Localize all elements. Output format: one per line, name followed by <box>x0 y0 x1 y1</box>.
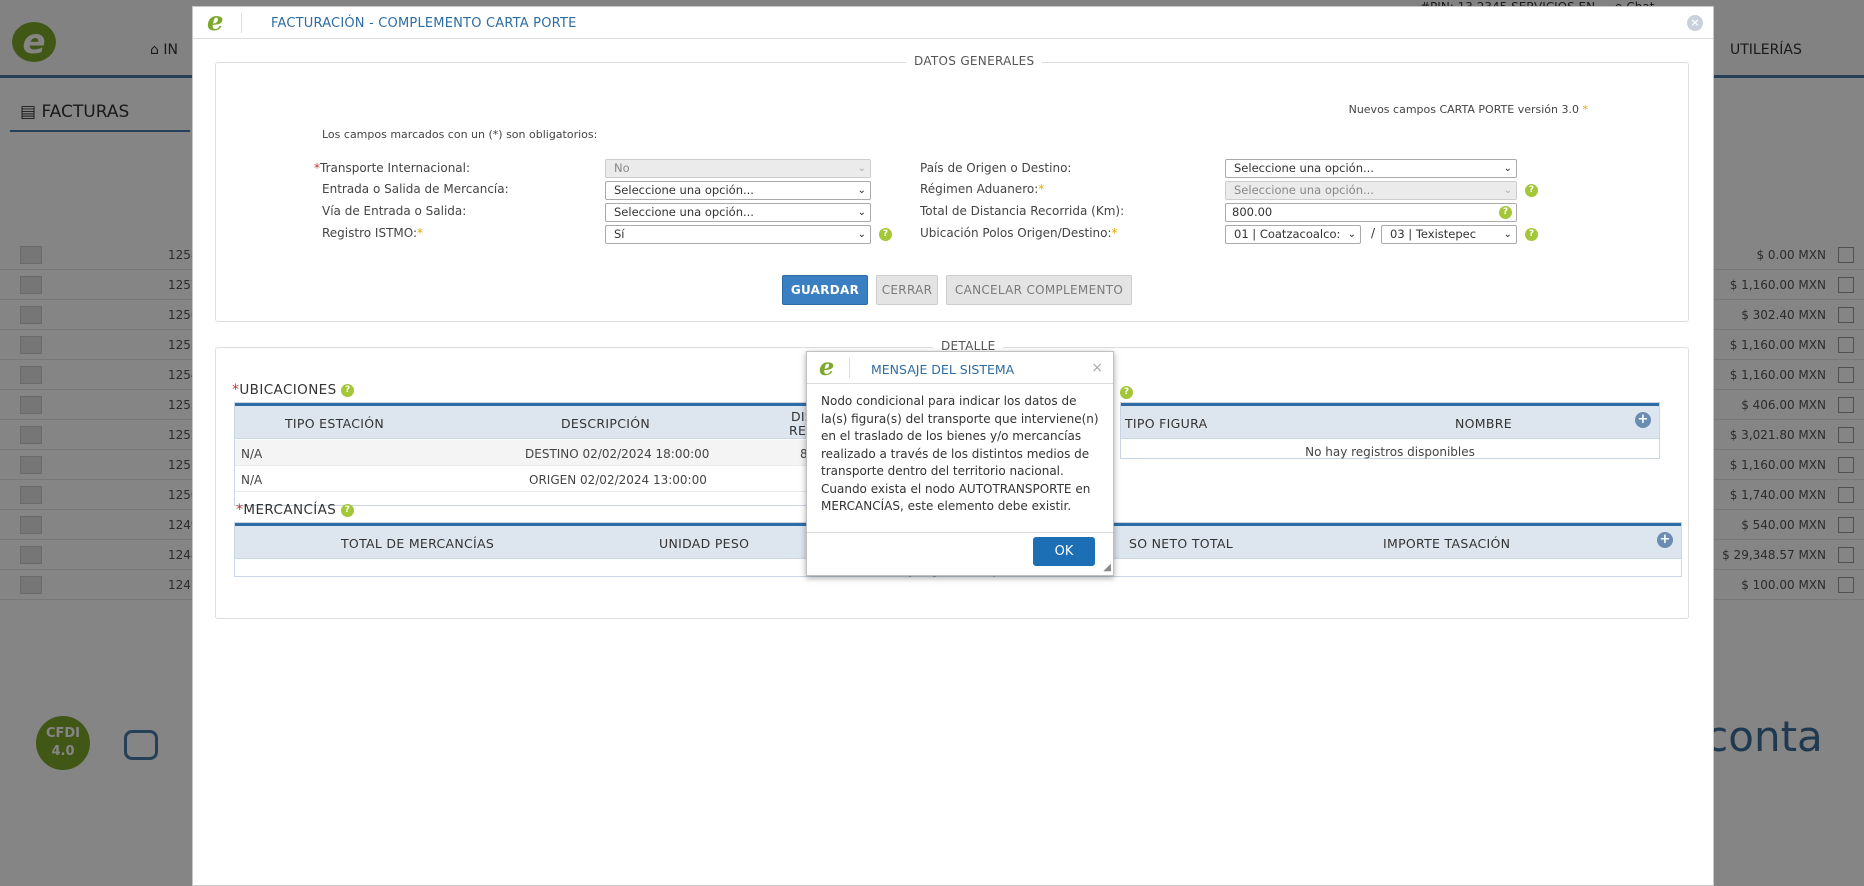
dialog-header-separator <box>849 358 850 378</box>
chevron-down-icon: ⌄ <box>1503 185 1512 196</box>
chevron-down-icon: ⌄ <box>857 185 866 196</box>
chevron-down-icon: ⌄ <box>857 207 866 218</box>
figuras-empty: No hay registros disponibles <box>1305 445 1475 459</box>
table-row[interactable]: N/A ORIGEN 02/02/2024 13:00:00 <box>235 466 813 492</box>
polo-separator: / <box>1371 226 1376 240</box>
col-nombre[interactable]: NOMBRE <box>1455 416 1512 431</box>
label-pais: País de Origen o Destino: <box>920 161 1072 175</box>
datos-generales-fieldset: DATOS GENERALES Nuevos campos CARTA PORT… <box>215 54 1689 322</box>
cancelar-complemento-button[interactable]: CANCELAR COMPLEMENTO <box>946 275 1132 305</box>
label-via: Vía de Entrada o Salida: <box>322 204 467 218</box>
mercancias-title: *MERCANCÍAS ? <box>236 502 354 518</box>
select-polo-destino[interactable]: 03 | Texistepec ⌄ <box>1381 225 1517 244</box>
dialog-logo: e <box>819 352 835 381</box>
modal-title: FACTURACIÓN - COMPLEMENTO CARTA PORTE <box>271 16 577 31</box>
label-transporte-internacional: *Transporte Internacional: <box>314 161 471 175</box>
col-descripcion[interactable]: DESCRIPCIÓN <box>561 416 650 431</box>
ubicaciones-grid-header: TIPO ESTACIÓN DESCRIPCIÓN DIS REC <box>235 406 815 439</box>
chevron-down-icon: ⌄ <box>1503 163 1512 174</box>
version-note: Nuevos campos CARTA PORTE versión 3.0 * <box>1348 103 1588 116</box>
ubicaciones-title: *UBICACIONES ? <box>232 382 355 398</box>
help-icon[interactable]: ? <box>879 228 892 241</box>
label-polos: Ubicación Polos Origen/Destino:* <box>920 226 1118 240</box>
col-importe-tasacion[interactable]: IMPORTE TASACIÓN <box>1383 536 1510 551</box>
figuras-grid-header: TIPO FIGURA NOMBRE + <box>1121 406 1659 439</box>
chevron-down-icon: ⌄ <box>857 163 866 174</box>
modal-close-icon[interactable]: × <box>1687 15 1703 31</box>
ok-button[interactable]: OK <box>1033 537 1095 566</box>
add-figura-icon[interactable]: + <box>1635 412 1651 428</box>
ubicaciones-grid: TIPO ESTACIÓN DESCRIPCIÓN DIS REC N/A DE… <box>234 402 815 506</box>
dialog-close-icon[interactable]: × <box>1091 360 1103 376</box>
label-distancia: Total de Distancia Recorrida (Km): <box>920 204 1125 218</box>
dialog-message: Nodo condicional para indicar los datos … <box>821 394 1099 513</box>
chevron-down-icon: ⌄ <box>857 229 866 240</box>
add-mercancia-icon[interactable]: + <box>1657 532 1673 548</box>
modal-logo: e <box>207 7 224 37</box>
modal-header: e FACTURACIÓN - COMPLEMENTO CARTA PORTE … <box>193 7 1713 39</box>
header-separator <box>241 13 242 33</box>
chevron-down-icon: ⌄ <box>1503 229 1512 240</box>
help-icon[interactable]: ? <box>1120 386 1133 399</box>
table-row[interactable]: N/A DESTINO 02/02/2024 18:00:00 80 <box>235 440 815 466</box>
select-regimen[interactable]: Seleccione una opción... ⌄ <box>1225 181 1517 200</box>
label-registro-istmo: Registro ISTMO:* <box>322 226 424 240</box>
label-entrada-salida: Entrada o Salida de Mercancía: <box>322 182 509 196</box>
datos-generales-legend: DATOS GENERALES <box>906 54 1043 68</box>
figuras-grid: TIPO FIGURA NOMBRE + No hay registros di… <box>1120 402 1660 459</box>
select-entrada-salida[interactable]: Seleccione una opción... ⌄ <box>605 181 871 200</box>
select-pais[interactable]: Seleccione una opción... ⌄ <box>1225 159 1517 178</box>
help-icon[interactable]: ? <box>341 383 355 397</box>
input-distancia[interactable]: 800.00? <box>1225 203 1517 222</box>
select-registro-istmo[interactable]: Sí ⌄ <box>605 225 871 244</box>
resize-handle-icon[interactable]: ◢ <box>1103 562 1111 573</box>
select-transporte-internacional[interactable]: No ⌄ <box>605 159 871 178</box>
dialog-title: MENSAJE DEL SISTEMA <box>871 362 1015 377</box>
col-peso-neto-total[interactable]: SO NETO TOTAL <box>1129 536 1233 551</box>
help-icon[interactable]: ? <box>340 503 354 517</box>
help-icon[interactable]: ? <box>1525 184 1538 197</box>
chevron-down-icon: ⌄ <box>1347 229 1356 240</box>
guardar-button[interactable]: GUARDAR <box>782 275 868 305</box>
select-polo-origen[interactable]: 01 | Coatzacoalco: ⌄ <box>1225 225 1361 244</box>
col-unidad-peso[interactable]: UNIDAD PESO <box>659 536 749 551</box>
col-tipo-figura[interactable]: TIPO FIGURA <box>1125 416 1207 431</box>
col-total-mercancias[interactable]: TOTAL DE MERCANCÍAS <box>341 536 494 551</box>
dialog-footer-divider <box>807 532 1113 533</box>
dialog-header: e MENSAJE DEL SISTEMA × <box>807 352 1113 384</box>
system-message-dialog: e MENSAJE DEL SISTEMA × Nodo condicional… <box>806 351 1114 576</box>
cerrar-button[interactable]: CERRAR <box>876 275 938 305</box>
select-via[interactable]: Seleccione una opción... ⌄ <box>605 203 871 222</box>
label-regimen: Régimen Aduanero:* <box>920 182 1045 196</box>
help-icon[interactable]: ? <box>1525 228 1538 241</box>
help-icon[interactable]: ? <box>1499 206 1512 219</box>
required-note: Los campos marcados con un (*) son oblig… <box>322 128 598 141</box>
col-tipo-estacion[interactable]: TIPO ESTACIÓN <box>285 416 384 431</box>
